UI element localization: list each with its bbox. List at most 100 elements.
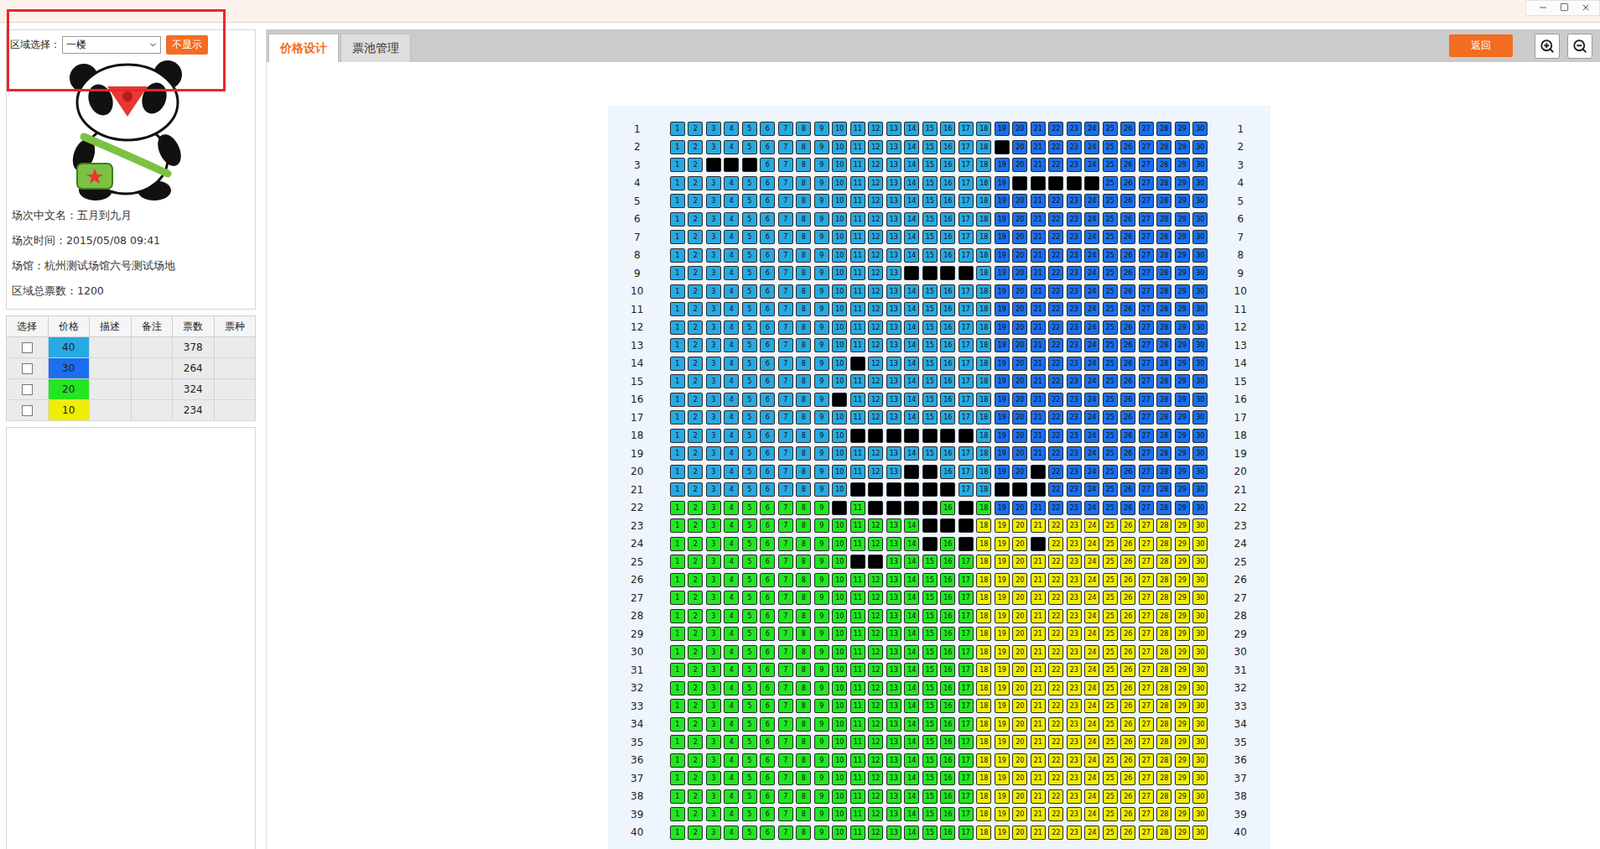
seat[interactable]: 25 xyxy=(1102,608,1118,624)
seat[interactable]: 1 xyxy=(670,806,686,821)
seat[interactable]: 6 xyxy=(759,518,775,533)
seat[interactable]: 30 xyxy=(1192,356,1208,371)
seat[interactable]: 1 xyxy=(670,301,686,317)
seat[interactable]: 25 xyxy=(1102,518,1118,533)
seat[interactable]: 22 xyxy=(1048,337,1064,353)
seat[interactable]: 29 xyxy=(1174,212,1190,227)
seat[interactable]: 21 xyxy=(1030,229,1046,245)
seat[interactable]: 4 xyxy=(723,698,739,713)
seat[interactable]: 27 xyxy=(1138,140,1154,155)
seat[interactable]: 2 xyxy=(687,410,703,425)
seat[interactable]: 7 xyxy=(778,608,794,624)
seat[interactable]: 6 xyxy=(759,753,775,768)
seat[interactable]: 6 xyxy=(759,680,775,696)
seat[interactable]: 30 xyxy=(1192,608,1208,624)
seat[interactable]: 15 xyxy=(922,590,938,605)
seat[interactable]: 27 xyxy=(1138,284,1154,299)
seat[interactable]: 4 xyxy=(723,428,739,443)
seat[interactable]: 1 xyxy=(670,320,686,335)
seat[interactable]: 14 xyxy=(903,248,920,263)
seat[interactable]: 27 xyxy=(1138,428,1154,443)
seat[interactable]: 28 xyxy=(1156,500,1172,515)
blocked-seat[interactable] xyxy=(850,482,866,497)
seat[interactable]: 12 xyxy=(867,716,884,732)
seat[interactable]: 1 xyxy=(670,662,686,677)
seat[interactable]: 19 xyxy=(994,392,1010,407)
seat[interactable]: 12 xyxy=(867,644,884,660)
seat[interactable]: 11 xyxy=(850,680,866,696)
seat[interactable]: 16 xyxy=(940,680,956,696)
seat[interactable]: 22 xyxy=(1048,770,1064,785)
seat[interactable]: 2 xyxy=(687,356,703,371)
seat[interactable]: 9 xyxy=(814,212,830,227)
seat[interactable]: 19 xyxy=(994,157,1010,172)
seat[interactable]: 9 xyxy=(814,698,830,713)
seat[interactable]: 9 xyxy=(814,536,830,551)
seat[interactable]: 29 xyxy=(1174,301,1190,317)
seat[interactable]: 2 xyxy=(687,590,703,605)
seat[interactable]: 13 xyxy=(886,410,902,425)
seat[interactable]: 26 xyxy=(1120,590,1136,605)
seat[interactable]: 27 xyxy=(1138,789,1154,804)
seat[interactable]: 9 xyxy=(814,482,830,497)
seat[interactable]: 1 xyxy=(670,410,686,425)
seat[interactable]: 1 xyxy=(670,176,686,191)
seat[interactable]: 7 xyxy=(778,356,794,371)
seat[interactable]: 23 xyxy=(1066,590,1082,605)
seat[interactable]: 22 xyxy=(1048,626,1064,641)
seat[interactable]: 21 xyxy=(1030,753,1046,768)
seat[interactable]: 29 xyxy=(1174,464,1190,479)
seat[interactable]: 10 xyxy=(831,554,847,569)
seat[interactable]: 21 xyxy=(1030,157,1046,172)
blocked-seat[interactable] xyxy=(1030,482,1046,497)
seat[interactable]: 30 xyxy=(1192,212,1208,227)
seat[interactable]: 2 xyxy=(687,320,703,335)
seat[interactable]: 20 xyxy=(1012,554,1028,569)
seat[interactable]: 21 xyxy=(1030,734,1046,749)
blocked-seat[interactable] xyxy=(958,500,974,515)
seat[interactable]: 11 xyxy=(850,176,866,191)
seat[interactable]: 24 xyxy=(1084,248,1100,263)
seat[interactable]: 22 xyxy=(1048,284,1064,299)
blocked-seat[interactable] xyxy=(831,392,847,407)
seat[interactable]: 6 xyxy=(759,825,775,840)
seat[interactable]: 23 xyxy=(1066,140,1082,155)
maximize-icon[interactable] xyxy=(1559,2,1569,12)
seat[interactable]: 23 xyxy=(1066,301,1082,317)
table-row[interactable]: 20324 xyxy=(6,379,256,400)
seat[interactable]: 7 xyxy=(778,518,794,533)
seat[interactable]: 22 xyxy=(1048,680,1064,696)
seat[interactable]: 7 xyxy=(778,734,794,749)
blocked-seat[interactable] xyxy=(922,265,938,281)
seat[interactable]: 15 xyxy=(922,193,938,208)
seat[interactable]: 15 xyxy=(922,608,938,624)
seat[interactable]: 24 xyxy=(1084,428,1100,443)
seat[interactable]: 10 xyxy=(831,644,847,660)
blocked-seat[interactable] xyxy=(867,482,884,497)
seat[interactable]: 2 xyxy=(687,301,703,317)
zoom-in-button[interactable] xyxy=(1534,33,1560,59)
seat[interactable]: 1 xyxy=(670,229,686,245)
seat[interactable]: 23 xyxy=(1066,536,1082,551)
seat[interactable]: 20 xyxy=(1012,825,1028,840)
table-row[interactable]: 10234 xyxy=(6,400,256,421)
seat[interactable]: 24 xyxy=(1084,518,1100,533)
seat[interactable]: 11 xyxy=(850,536,866,551)
seat[interactable]: 29 xyxy=(1174,806,1190,821)
seat[interactable]: 3 xyxy=(706,554,722,569)
seat[interactable]: 9 xyxy=(814,356,830,371)
seat[interactable]: 5 xyxy=(742,789,758,804)
seat[interactable]: 4 xyxy=(723,374,739,389)
seat[interactable]: 21 xyxy=(1030,825,1046,840)
seat[interactable]: 9 xyxy=(814,157,830,172)
seat[interactable]: 10 xyxy=(831,284,847,299)
seat[interactable]: 11 xyxy=(850,825,866,840)
seat[interactable]: 6 xyxy=(759,446,775,461)
seat[interactable]: 23 xyxy=(1066,337,1082,353)
seat[interactable]: 15 xyxy=(922,734,938,749)
seat[interactable]: 3 xyxy=(706,284,722,299)
seat[interactable]: 5 xyxy=(742,518,758,533)
seat[interactable]: 1 xyxy=(670,157,686,172)
seat[interactable]: 3 xyxy=(706,789,722,804)
seat[interactable]: 30 xyxy=(1192,789,1208,804)
